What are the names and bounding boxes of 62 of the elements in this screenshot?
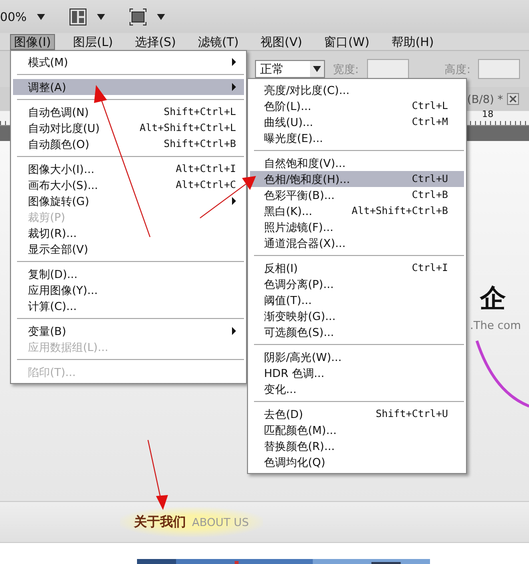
menu-item[interactable]: 匹配颜色(M)... bbox=[250, 422, 464, 438]
menu-item[interactable]: 反相(I) Ctrl+I bbox=[250, 260, 464, 276]
menu-bar-item[interactable]: 图像(I) bbox=[10, 34, 55, 50]
menu-item[interactable]: 图像旋转(G) bbox=[13, 193, 244, 209]
arrange-documents-icon[interactable] bbox=[68, 8, 87, 26]
blend-mode-dropdown[interactable]: 正常 bbox=[255, 60, 325, 78]
menu-item[interactable]: 计算(C)... bbox=[13, 298, 244, 314]
menu-bar-item[interactable]: 选择(S) bbox=[130, 34, 180, 50]
width-field[interactable] bbox=[366, 59, 409, 79]
close-icon[interactable] bbox=[507, 93, 519, 105]
width-label: 宽度: bbox=[333, 62, 359, 76]
menu-item[interactable]: 照片滤镜(F)... bbox=[250, 219, 464, 235]
logo-text: 企 bbox=[480, 283, 506, 316]
menu-item[interactable]: 色调均化(Q) bbox=[250, 454, 464, 470]
menu-item[interactable]: 显示全部(V) bbox=[13, 241, 244, 257]
zoom-level[interactable]: 00% bbox=[0, 10, 27, 24]
menu-bar-item[interactable]: 视图(V) bbox=[256, 34, 306, 50]
dropdown-arrow-icon[interactable] bbox=[36, 14, 45, 20]
menu-item[interactable]: 色调分离(P)... bbox=[250, 276, 464, 292]
document-tab[interactable]: (B/8) * bbox=[467, 92, 503, 106]
menu-item[interactable]: 调整(A) bbox=[13, 79, 244, 95]
dropdown-arrow-icon[interactable] bbox=[156, 14, 165, 20]
dropdown-arrow-icon bbox=[313, 66, 321, 72]
menu-item[interactable]: 通道混合器(X)... bbox=[250, 235, 464, 251]
menu-item[interactable]: 亮度/对比度(C)... bbox=[250, 82, 464, 98]
menu-item[interactable]: 阴影/高光(W)... bbox=[250, 349, 464, 365]
menu-item[interactable]: 可选颜色(S)... bbox=[250, 324, 464, 340]
menu-item[interactable]: 去色(D) Shift+Ctrl+U bbox=[250, 406, 464, 422]
menu-item[interactable]: 自然饱和度(V)... bbox=[250, 155, 464, 171]
menu-item[interactable]: 裁切(R)... bbox=[13, 225, 244, 241]
menu-item[interactable]: 图像大小(I)... Alt+Ctrl+I bbox=[13, 161, 244, 177]
height-field[interactable] bbox=[478, 59, 520, 79]
menu-item[interactable]: 阈值(T)... bbox=[250, 292, 464, 308]
menu-item[interactable]: 自动色调(N) Shift+Ctrl+L bbox=[13, 104, 244, 120]
menu-item[interactable]: 复制(D)... bbox=[13, 266, 244, 282]
menu-item[interactable]: HDR 色调... bbox=[250, 365, 464, 381]
section-subtitle: ABOUT US bbox=[192, 516, 249, 529]
ruler-number: 18 bbox=[482, 111, 494, 120]
menu-item[interactable]: 模式(M) bbox=[13, 54, 244, 70]
section-title: 关于我们 bbox=[134, 514, 186, 531]
menu-bar-item[interactable]: 图层(L) bbox=[68, 34, 117, 50]
menu-item[interactable]: 曝光度(E)... bbox=[250, 130, 464, 146]
tagline-text: .The com bbox=[470, 319, 521, 332]
menu-bar-item[interactable]: 滤镜(T) bbox=[194, 34, 243, 50]
menu-item[interactable]: 替换颜色(R)... bbox=[250, 438, 464, 454]
menu-item[interactable]: 色阶(L)... Ctrl+L bbox=[250, 98, 464, 114]
menu-bar-item[interactable]: 帮助(H) bbox=[387, 34, 438, 50]
menu-item[interactable]: 画布大小(S)... Alt+Ctrl+C bbox=[13, 177, 244, 193]
dropdown-arrow-icon[interactable] bbox=[96, 14, 105, 20]
menu-item[interactable]: 曲线(U)... Ctrl+M bbox=[250, 114, 464, 130]
menu-item[interactable]: 色相/饱和度(H)... Ctrl+U bbox=[250, 171, 464, 187]
menu-item[interactable]: 自动对比度(U) Alt+Shift+Ctrl+L bbox=[13, 120, 244, 136]
menu-item[interactable]: 渐变映射(G)... bbox=[250, 308, 464, 324]
menu-item[interactable]: 变量(B) bbox=[13, 323, 244, 339]
height-label: 高度: bbox=[444, 62, 470, 76]
screen-mode-icon[interactable] bbox=[128, 8, 147, 26]
menu-bar-item[interactable]: 窗口(W) bbox=[320, 34, 374, 50]
menu-item[interactable]: 自动颜色(O) Shift+Ctrl+B bbox=[13, 136, 244, 152]
menu-item[interactable]: 变化... bbox=[250, 381, 464, 397]
menu-item[interactable]: 色彩平衡(B)... Ctrl+B bbox=[250, 187, 464, 203]
menu-item[interactable]: 黑白(K)... Alt+Shift+Ctrl+B bbox=[250, 203, 464, 219]
menu-item[interactable]: 应用图像(Y)... bbox=[13, 282, 244, 298]
